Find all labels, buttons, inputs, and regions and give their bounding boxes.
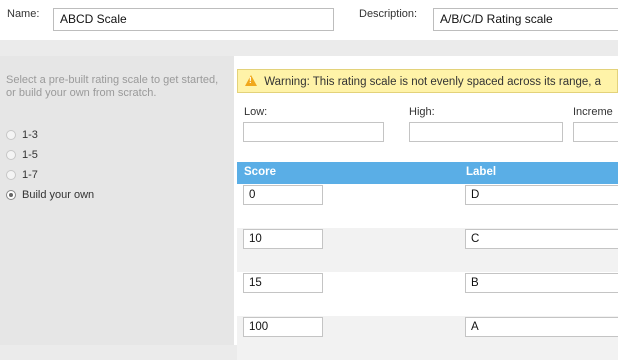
high-label: High:	[409, 106, 435, 118]
name-field[interactable]: ABCD Scale	[53, 8, 334, 31]
name-label: Name:	[7, 8, 40, 20]
score-column-header: Score	[244, 166, 276, 178]
table-row: 100 A	[237, 316, 618, 360]
option-label: 1-5	[22, 149, 38, 161]
uneven-spacing-warning: Warning: This rating scale is not evenly…	[237, 69, 618, 93]
increment-input[interactable]	[573, 122, 618, 142]
scale-details-bar: Name: ABCD Scale Description: A/B/C/D Ra…	[0, 0, 618, 40]
table-row: 15 B	[237, 272, 618, 316]
high-input[interactable]	[409, 122, 563, 142]
scale-option-1-5[interactable]: 1-5	[6, 148, 38, 162]
warning-icon	[245, 75, 257, 86]
radio-button[interactable]	[6, 150, 16, 160]
option-label: 1-7	[22, 169, 38, 181]
score-input[interactable]: 0	[243, 185, 323, 205]
warning-text: Warning: This rating scale is not evenly…	[264, 76, 602, 88]
scale-option-1-3[interactable]: 1-3	[6, 128, 38, 142]
label-input[interactable]: D	[465, 185, 618, 205]
radio-button-selected[interactable]	[6, 190, 16, 200]
score-input[interactable]: 15	[243, 273, 323, 293]
label-column-header: Label	[466, 166, 497, 178]
option-label: Build your own	[22, 189, 95, 201]
score-input[interactable]: 10	[243, 229, 323, 249]
low-input[interactable]	[243, 122, 384, 142]
scale-option-1-7[interactable]: 1-7	[6, 168, 38, 182]
description-label: Description:	[359, 8, 418, 20]
table-row: 0 D	[237, 184, 618, 228]
increment-label: Increme	[573, 106, 613, 118]
scale-editor: Warning: This rating scale is not evenly…	[234, 56, 618, 360]
description-field[interactable]: A/B/C/D Rating scale	[433, 8, 618, 31]
label-input[interactable]: A	[465, 317, 618, 337]
sidebar-hint: Select a pre-built rating scale to get s…	[6, 74, 219, 99]
radio-button[interactable]	[6, 130, 16, 140]
radio-button[interactable]	[6, 170, 16, 180]
scale-option-build-your-own[interactable]: Build your own	[6, 188, 94, 202]
score-input[interactable]: 100	[243, 317, 323, 337]
option-label: 1-3	[22, 129, 38, 141]
label-input[interactable]: B	[465, 273, 618, 293]
table-header: Score Label	[237, 162, 618, 184]
label-input[interactable]: C	[465, 229, 618, 249]
low-label: Low:	[244, 106, 268, 118]
prebuilt-scale-sidebar: Select a pre-built rating scale to get s…	[0, 56, 234, 345]
table-row: 10 C	[237, 228, 618, 272]
